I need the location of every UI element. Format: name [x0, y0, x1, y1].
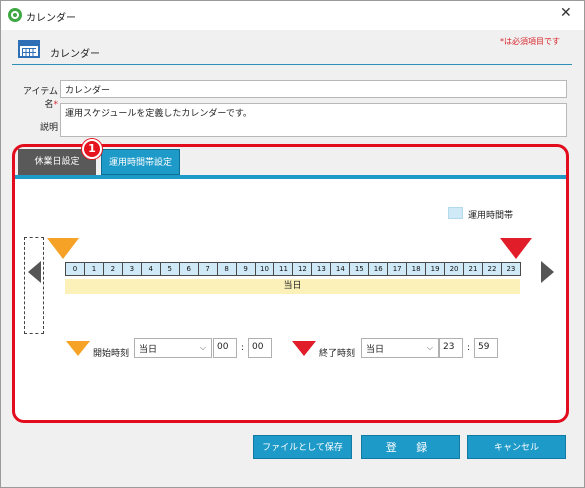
annotation-frame [12, 144, 569, 423]
close-icon[interactable]: ✕ [560, 5, 572, 21]
description-field[interactable]: 運用スケジュールを定義したカレンダーです。 [60, 103, 567, 137]
description-label: 説明 [39, 123, 58, 133]
cancel-button[interactable]: キャンセル [467, 435, 566, 459]
item-name-label: アイテム名* [22, 87, 59, 110]
page-title: カレンダー [50, 49, 100, 60]
title-bar [0, 0, 585, 30]
save-as-file-button[interactable]: ファイルとして保存 [253, 435, 352, 459]
required-note: *は必須項目です [500, 37, 560, 46]
window-title: カレンダー [26, 13, 76, 24]
calendar-icon [18, 40, 40, 58]
register-button[interactable]: 登 録 [361, 435, 460, 459]
required-mark: * [53, 100, 59, 110]
app-icon [8, 8, 22, 22]
header-divider [12, 64, 572, 65]
annotation-badge: 1 [82, 139, 102, 159]
item-name-field[interactable]: カレンダー [60, 80, 567, 98]
